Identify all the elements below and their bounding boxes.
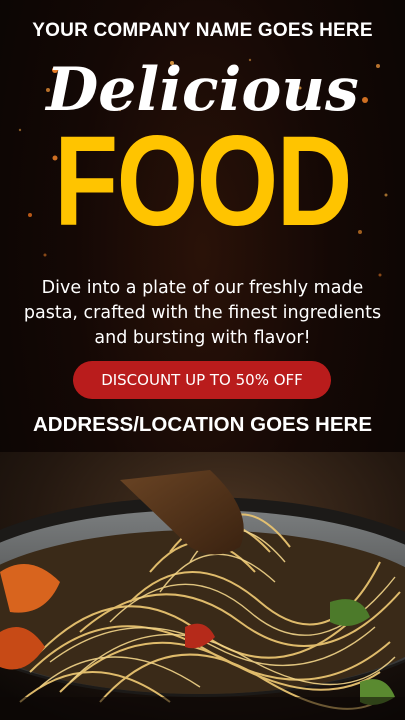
title-food: FOOD — [54, 110, 352, 253]
discount-button[interactable]: DISCOUNT UP TO 50% OFF — [73, 361, 331, 399]
pasta-pan-image — [0, 452, 405, 720]
description-text: Dive into a plate of our freshly made pa… — [23, 278, 382, 348]
food-poster: YOUR COMPANY NAME GOES HERE Delicious FO… — [0, 0, 405, 720]
address-text: ADDRESS/LOCATION GOES HERE — [32, 413, 373, 436]
company-name: YOUR COMPANY NAME GOES HERE — [32, 20, 373, 41]
